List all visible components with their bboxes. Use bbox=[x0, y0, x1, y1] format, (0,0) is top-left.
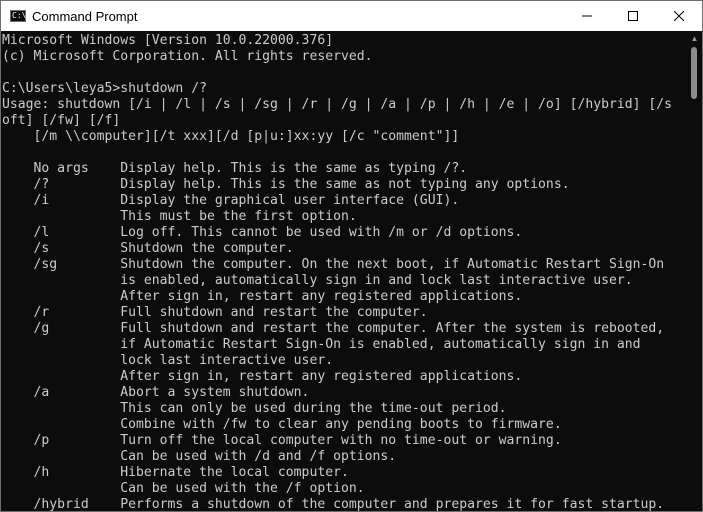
terminal-line: This can only be used during the time-ou… bbox=[2, 401, 507, 416]
scroll-up-arrow-icon[interactable]: ▲ bbox=[687, 31, 702, 47]
terminal-line: /l Log off. This cannot be used with /m … bbox=[2, 225, 523, 240]
terminal-line: /a Abort a system shutdown. bbox=[2, 385, 310, 400]
terminal-line: Combine with /fw to clear any pending bo… bbox=[2, 417, 562, 432]
close-button[interactable] bbox=[656, 1, 702, 31]
minimize-button[interactable] bbox=[564, 1, 610, 31]
terminal-line: /r Full shutdown and restart the compute… bbox=[2, 305, 428, 320]
maximize-icon bbox=[628, 11, 638, 21]
terminal-output[interactable]: Microsoft Windows [Version 10.0.22000.37… bbox=[1, 31, 688, 512]
terminal-line: lock last interactive user. bbox=[2, 353, 334, 368]
terminal-line: After sign in, restart any registered ap… bbox=[2, 289, 523, 304]
command-prompt-window: C:\ Command Prompt Microsoft Windows [Ve… bbox=[0, 0, 703, 512]
terminal-line: is enabled, automatically sign in and lo… bbox=[2, 273, 633, 288]
command-prompt-icon: C:\ bbox=[10, 10, 26, 22]
terminal-line: oft] [/fw] [/f] bbox=[2, 113, 121, 128]
terminal-line: if Automatic Restart Sign-On is enabled,… bbox=[2, 337, 641, 352]
terminal-line: /s Shutdown the computer. bbox=[2, 241, 294, 256]
maximize-button[interactable] bbox=[610, 1, 656, 31]
terminal-line: Usage: shutdown [/i | /l | /s | /sg | /r… bbox=[2, 97, 673, 112]
terminal-line: (c) Microsoft Corporation. All rights re… bbox=[2, 49, 373, 64]
terminal-line: This must be the first option. bbox=[2, 209, 357, 224]
terminal-line: /i Display the graphical user interface … bbox=[2, 193, 460, 208]
terminal-line: /h Hibernate the local computer. bbox=[2, 465, 349, 480]
terminal-line: C:\Users\leya5>shutdown /? bbox=[2, 81, 207, 96]
minimize-icon bbox=[582, 15, 592, 17]
scrollbar-thumb[interactable] bbox=[691, 47, 697, 99]
terminal-line: /? Display help. This is the same as not… bbox=[2, 177, 570, 192]
terminal-line: Microsoft Windows [Version 10.0.22000.37… bbox=[2, 33, 334, 48]
terminal-line: Can be used with the /f option. bbox=[2, 481, 365, 496]
window-title: Command Prompt bbox=[32, 8, 138, 24]
title-bar[interactable]: C:\ Command Prompt bbox=[1, 1, 702, 31]
terminal-line: /p Turn off the local computer with no t… bbox=[2, 433, 562, 448]
caption-buttons bbox=[564, 1, 702, 31]
terminal-line: /hybrid Performs a shutdown of the compu… bbox=[2, 497, 665, 512]
terminal-line: Can be used with /d and /f options. bbox=[2, 449, 397, 464]
terminal-line: /g Full shutdown and restart the compute… bbox=[2, 321, 665, 336]
terminal-line: [/m \\computer][/t xxx][/d [p|u:]xx:yy [… bbox=[2, 129, 460, 144]
terminal-line: /sg Shutdown the computer. On the next b… bbox=[2, 257, 665, 272]
close-icon bbox=[674, 11, 684, 21]
app-icon-text: C:\ bbox=[12, 11, 27, 20]
terminal-line: No args Display help. This is the same a… bbox=[2, 161, 468, 176]
terminal-line: After sign in, restart any registered ap… bbox=[2, 369, 523, 384]
vertical-scrollbar[interactable]: ▲ bbox=[687, 31, 702, 511]
